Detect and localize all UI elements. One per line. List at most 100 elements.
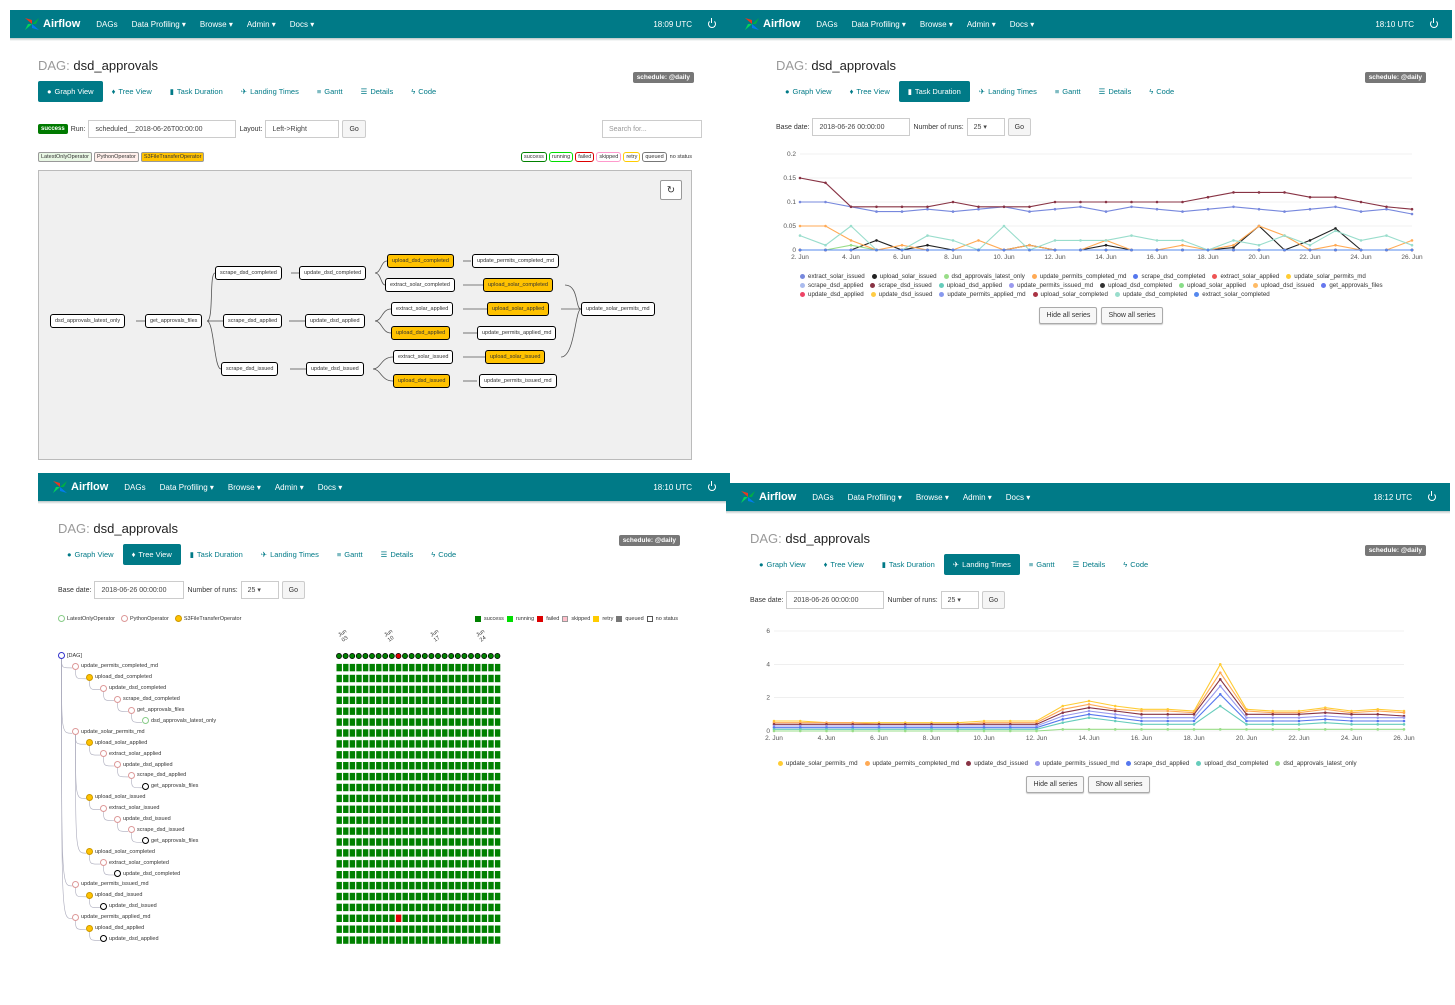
tree-node[interactable]: upload_solar_applied [86, 739, 147, 747]
base-date-input[interactable]: 2018-06-26 00:00:00 [812, 118, 911, 136]
nav-dags[interactable]: DAGs [124, 483, 145, 492]
legend-item[interactable]: upload_dsd_issued [1252, 281, 1314, 290]
tab-graph-view[interactable]: ● Graph View [58, 544, 123, 565]
tab-tree-view[interactable]: ♦ Tree View [122, 544, 181, 565]
legend-item[interactable]: upload_dsd_applied [938, 281, 1002, 290]
tree-node[interactable]: update_permits_issued_md [72, 880, 149, 888]
nav-docs[interactable]: Docs ▾ [318, 483, 342, 492]
legend-item[interactable]: update_dsd_completed [1114, 290, 1187, 299]
tab-code[interactable]: ϟ Code [402, 81, 445, 102]
tree-node[interactable]: update_permits_applied_md [72, 913, 150, 921]
hide-all-series-button[interactable]: Hide all series [1026, 776, 1085, 793]
node-scrape-completed[interactable]: scrape_dsd_completed [215, 266, 282, 280]
node-get-files[interactable]: get_approvals_files [145, 314, 203, 328]
nav-data-profiling[interactable]: Data Profiling ▾ [848, 493, 902, 502]
node-permits-applied[interactable]: update_permits_applied_md [477, 326, 557, 340]
legend-item[interactable]: extract_solar_completed [1194, 290, 1270, 299]
node-scrape-applied[interactable]: scrape_dsd_applied [223, 314, 283, 328]
legend-item[interactable]: upload_dsd_completed [1100, 281, 1172, 290]
tab-code[interactable]: ϟ Code [422, 544, 465, 565]
tree-node[interactable]: update_dsd_applied [114, 761, 173, 768]
tab-details[interactable]: ☰ Details [372, 544, 423, 565]
tree-node[interactable]: update_permits_completed_md [72, 662, 158, 670]
node-upload-completed[interactable]: upload_dsd_completed [387, 254, 454, 268]
node-upload-issued[interactable]: upload_dsd_issued [393, 374, 451, 388]
tab-tree-view[interactable]: ♦ Tree View [841, 81, 899, 102]
show-all-series-button[interactable]: Show all series [1088, 776, 1150, 793]
num-runs-select[interactable]: 25 ▾ [966, 118, 1005, 136]
nav-data-profiling[interactable]: Data Profiling ▾ [852, 20, 906, 29]
node-update-issued[interactable]: update_dsd_issued [306, 362, 364, 376]
legend-item[interactable]: scrape_dsd_issued [870, 281, 932, 290]
tab-landing-times[interactable]: ✈ Landing Times [232, 81, 308, 102]
legend-item[interactable]: update_permits_completed_md [1031, 272, 1126, 281]
tab-graph-view[interactable]: ● Graph View [38, 81, 103, 102]
logout-icon[interactable] [708, 18, 716, 28]
base-date-input[interactable]: 2018-06-26 00:00:00 [786, 591, 885, 609]
node-update-applied[interactable]: update_dsd_applied [305, 314, 365, 328]
tab-details[interactable]: ☰ Details [352, 81, 403, 102]
nav-docs[interactable]: Docs ▾ [290, 20, 314, 29]
hide-all-series-button[interactable]: Hide all series [1039, 307, 1098, 324]
node-upload-applied[interactable]: upload_dsd_applied [391, 326, 451, 340]
node-permits-issued[interactable]: update_permits_issued_md [479, 374, 557, 388]
nav-admin[interactable]: Admin ▾ [967, 20, 996, 29]
tab-task-duration[interactable]: ▮ Task Duration [181, 544, 252, 565]
go-button[interactable]: Go [342, 120, 366, 138]
go-button[interactable]: Go [281, 581, 305, 599]
dag-graph[interactable]: dsd_approvals_latest_only get_approvals_… [38, 170, 692, 460]
show-all-series-button[interactable]: Show all series [1101, 307, 1163, 324]
legend-item[interactable]: upload_solar_completed [1032, 290, 1108, 299]
node-scrape-issued[interactable]: scrape_dsd_issued [221, 362, 279, 376]
op-latest-only[interactable]: LatestOnlyOperator [38, 152, 92, 162]
legend-item[interactable]: update_dsd_issued [870, 290, 932, 299]
tab-graph-view[interactable]: ● Graph View [776, 81, 841, 102]
nav-dags[interactable]: DAGs [96, 20, 117, 29]
go-button[interactable]: Go [1007, 118, 1031, 136]
base-date-input[interactable]: 2018-06-26 00:00:00 [94, 581, 185, 599]
node-upload-solar-issued[interactable]: upload_solar_issued [485, 350, 546, 364]
legend-item[interactable]: upload_solar_issued [871, 272, 937, 281]
tab-task-duration[interactable]: ▮ Task Duration [161, 81, 232, 102]
nav-dags[interactable]: DAGs [812, 493, 833, 502]
tab-gantt[interactable]: ≡ Gantt [1046, 81, 1090, 102]
tab-landing-times[interactable]: ✈ Landing Times [252, 544, 328, 565]
op-python[interactable]: PythonOperator [121, 615, 169, 622]
legend-item[interactable]: scrape_dsd_completed [1133, 272, 1205, 281]
legend-item[interactable]: scrape_dsd_applied [800, 281, 863, 290]
task-instance-grid[interactable] [336, 652, 506, 952]
node-extract-solar-applied[interactable]: extract_solar_applied [391, 302, 454, 316]
airflow-logo[interactable]: Airflow [24, 17, 80, 31]
logout-icon[interactable] [708, 481, 716, 491]
tree-node[interactable]: update_solar_permits_md [72, 728, 145, 736]
search-input[interactable]: Search for... [602, 120, 702, 138]
nav-admin[interactable]: Admin ▾ [963, 493, 992, 502]
tree-node[interactable]: update_dsd_completed [114, 870, 180, 877]
legend-item[interactable]: update_dsd_applied [800, 290, 864, 299]
tree-node[interactable]: upload_solar_issued [86, 793, 145, 801]
tree-node[interactable]: scrape_dsd_issued [128, 826, 184, 834]
tab-details[interactable]: ☰ Details [1064, 554, 1115, 575]
tree-node[interactable]: scrape_dsd_applied [128, 771, 186, 779]
node-extract-solar-issued[interactable]: extract_solar_issued [393, 350, 454, 364]
nav-data-profiling[interactable]: Data Profiling ▾ [160, 483, 214, 492]
num-runs-select[interactable]: 25 ▾ [240, 581, 279, 599]
tree-node[interactable]: dsd_approvals_latest_only [142, 717, 216, 725]
op-latest-only[interactable]: LatestOnlyOperator [58, 615, 115, 622]
legend-item[interactable]: update_permits_applied_md [939, 290, 1026, 299]
num-runs-select[interactable]: 25 ▾ [940, 591, 979, 609]
legend-item[interactable]: scrape_dsd_applied [1125, 759, 1189, 768]
nav-admin[interactable]: Admin ▾ [247, 20, 276, 29]
legend-item[interactable]: dsd_approvals_latest_only [943, 272, 1025, 281]
legend-item[interactable]: update_solar_permits_md [778, 759, 858, 768]
nav-docs[interactable]: Docs ▾ [1010, 20, 1034, 29]
logout-icon[interactable] [1428, 491, 1436, 501]
tab-task-duration[interactable]: ▮ Task Duration [873, 554, 944, 575]
nav-browse[interactable]: Browse ▾ [916, 493, 949, 502]
node-latest-only[interactable]: dsd_approvals_latest_only [50, 314, 126, 328]
layout-select[interactable]: Left->Right [265, 120, 340, 138]
node-upload-solar-completed[interactable]: upload_solar_completed [483, 278, 553, 292]
tab-tree-view[interactable]: ♦ Tree View [103, 81, 161, 102]
task-duration-chart[interactable]: 0 0.05 0.1 0.15 0.2 2. Jun 4. Jun 6. Jun 8. Jun 1… [776, 148, 1426, 268]
airflow-logo[interactable]: Airflow [52, 480, 108, 494]
